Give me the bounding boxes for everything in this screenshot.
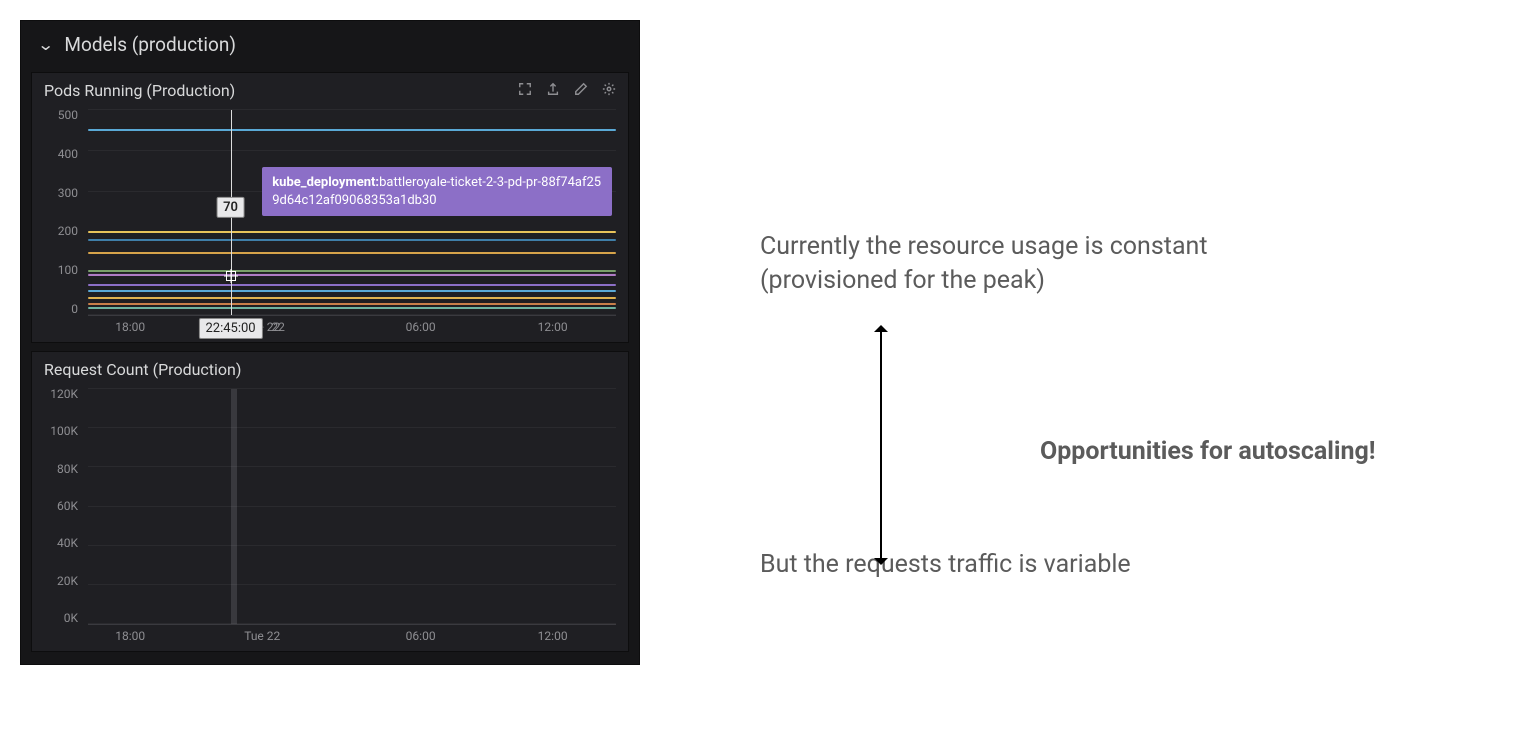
x-axis: 18:00Tue 2206:0012:0022:45:0022 — [88, 318, 616, 338]
panel-header: Pods Running (Production) — [32, 73, 628, 104]
annotation-top: Currently the resource usage is constant… — [760, 230, 1320, 298]
panel-pods-running: Pods Running (Production) 50040030020010… — [31, 72, 629, 343]
share-icon[interactable] — [546, 82, 560, 100]
annotation-column: Currently the resource usage is constant… — [640, 20, 1506, 581]
series-line — [88, 274, 616, 276]
annotation-bold: Opportunities for autoscaling! — [1040, 435, 1376, 469]
series-line — [88, 129, 616, 131]
series-tooltip: kube_deployment:battleroyale-ticket-2-3-… — [262, 167, 612, 216]
hover-time-badge: 22:45:00 — [198, 318, 262, 339]
hover-value-badge: 70 — [216, 197, 245, 218]
edit-icon[interactable] — [574, 82, 588, 100]
panel-header: Request Count (Production) — [32, 352, 628, 383]
section-header[interactable]: ⌄ Models (production) — [25, 27, 635, 66]
plot-area[interactable]: 70 kube_deployment:battleroyale-ticket-2-… — [88, 110, 616, 316]
series-line — [88, 252, 616, 254]
stacked-bars — [88, 389, 616, 624]
fullscreen-icon[interactable] — [518, 82, 532, 100]
pods-chart[interactable]: 5004003002001000 70 kube_deployment:battl… — [40, 108, 620, 338]
y-axis: 5004003002001000 — [40, 108, 84, 316]
panel-title: Request Count (Production) — [44, 360, 241, 379]
series-line — [88, 284, 616, 286]
panel-request-count: Request Count (Production) 120K100K80K60… — [31, 351, 629, 652]
series-line — [88, 231, 616, 233]
series-line — [88, 303, 616, 305]
y-axis: 120K100K80K60K40K20K0K — [40, 387, 84, 625]
panel-actions — [518, 82, 616, 100]
plot-area[interactable] — [88, 389, 616, 625]
series-line — [88, 307, 616, 309]
series-line — [88, 239, 616, 241]
panel-title: Pods Running (Production) — [44, 81, 235, 100]
section-title: Models (production) — [64, 33, 236, 56]
double-arrow-icon — [880, 330, 882, 560]
x-axis: 18:00Tue 2206:0012:00 — [88, 627, 616, 647]
gear-icon[interactable] — [602, 82, 616, 100]
series-line — [88, 297, 616, 299]
chevron-down-icon: ⌄ — [37, 35, 54, 54]
annotation-bottom: But the requests traffic is variable — [760, 548, 1476, 582]
series-line — [88, 290, 616, 292]
request-chart[interactable]: 120K100K80K60K40K20K0K 18:00Tue 2206:001… — [40, 387, 620, 647]
dashboard-container: ⌄ Models (production) Pods Running (Prod… — [20, 20, 640, 665]
series-line — [88, 270, 616, 272]
